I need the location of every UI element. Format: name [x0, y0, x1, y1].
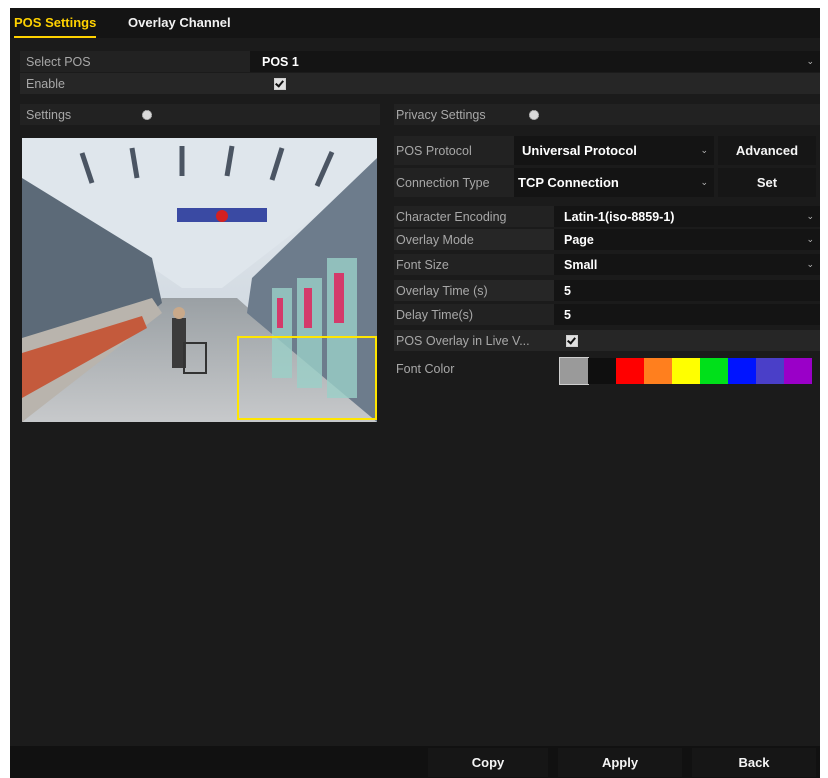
font-color-swatch[interactable] [644, 358, 672, 384]
chevron-down-icon: ⌄ [806, 259, 814, 269]
delay-time-value: 5 [564, 308, 571, 322]
font-color-swatch[interactable] [728, 358, 756, 384]
font-color-swatch[interactable] [784, 358, 812, 384]
enable-row: Enable [20, 73, 820, 94]
tab-pos-settings[interactable]: POS Settings [14, 8, 97, 38]
apply-button[interactable]: Apply [558, 748, 682, 777]
select-pos-value: POS 1 [262, 55, 299, 69]
overlay-mode-dropdown[interactable]: Page ⌄ [554, 229, 820, 250]
overlay-time-input[interactable]: 5 [554, 280, 820, 301]
connection-type-label: Connection Type [396, 176, 490, 190]
settings-row: Settings [20, 104, 380, 125]
set-button[interactable]: Set [718, 168, 816, 197]
font-color-swatch[interactable] [559, 357, 589, 385]
overlay-time-value: 5 [564, 284, 571, 298]
character-encoding-row: Character Encoding Latin-1(iso-8859-1) ⌄ [394, 206, 820, 227]
pos-overlay-region[interactable] [237, 336, 377, 420]
select-pos-label: Select POS [26, 55, 91, 69]
font-color-label: Font Color [396, 362, 455, 376]
connection-type-value: TCP Connection [518, 175, 619, 190]
font-size-value: Small [564, 258, 598, 272]
copy-button[interactable]: Copy [428, 748, 548, 777]
character-encoding-dropdown[interactable]: Latin-1(iso-8859-1) ⌄ [554, 206, 820, 227]
advanced-button[interactable]: Advanced [718, 136, 816, 165]
pos-overlay-live-label: POS Overlay in Live V... [396, 334, 530, 348]
overlay-mode-value: Page [564, 233, 594, 247]
pos-overlay-live-row: POS Overlay in Live V... [394, 330, 820, 351]
character-encoding-label: Character Encoding [396, 210, 507, 224]
overlay-time-row: Overlay Time (s) 5 [394, 280, 820, 301]
font-color-swatch[interactable] [616, 358, 644, 384]
font-size-row: Font Size Small ⌄ [394, 254, 820, 275]
back-button[interactable]: Back [692, 748, 816, 777]
overlay-mode-row: Overlay Mode Page ⌄ [394, 229, 820, 250]
pos-protocol-dropdown[interactable]: Universal Protocol ⌄ [514, 136, 714, 165]
enable-checkbox[interactable] [274, 78, 286, 90]
tab-overlay-channel[interactable]: Overlay Channel [128, 8, 231, 38]
tab-bar: POS Settings Overlay Channel [10, 8, 820, 38]
font-color-swatch[interactable] [700, 358, 728, 384]
delay-time-row: Delay Time(s) 5 [394, 304, 820, 325]
delay-time-label: Delay Time(s) [396, 308, 474, 322]
camera-preview[interactable] [22, 138, 377, 422]
privacy-settings-row: Privacy Settings [394, 104, 820, 125]
font-size-label: Font Size [396, 258, 449, 272]
font-color-swatch[interactable] [672, 358, 700, 384]
pos-overlay-live-checkbox[interactable] [566, 335, 578, 347]
pos-protocol-label: POS Protocol [396, 144, 472, 158]
connection-type-row: Connection Type TCP Connection ⌄ [394, 168, 714, 197]
chevron-down-icon: ⌄ [806, 211, 814, 221]
select-pos-row: Select POS POS 1 ⌄ [20, 51, 820, 72]
pos-protocol-value: Universal Protocol [522, 143, 637, 158]
chevron-down-icon: ⌄ [700, 145, 708, 155]
chevron-down-icon: ⌄ [806, 234, 814, 244]
overlay-mode-label: Overlay Mode [396, 233, 474, 247]
character-encoding-value: Latin-1(iso-8859-1) [564, 210, 675, 224]
pos-settings-window: POS Settings Overlay Channel Select POS … [10, 8, 820, 778]
select-pos-dropdown[interactable]: POS 1 ⌄ [250, 51, 820, 72]
font-size-dropdown[interactable]: Small ⌄ [554, 254, 820, 275]
connection-type-dropdown[interactable]: TCP Connection ⌄ [514, 168, 714, 197]
settings-label: Settings [26, 108, 72, 122]
font-color-swatch[interactable] [588, 358, 616, 384]
pos-protocol-row: POS Protocol Universal Protocol ⌄ [394, 136, 714, 165]
privacy-settings-label: Privacy Settings [396, 108, 486, 122]
overlay-time-label: Overlay Time (s) [396, 284, 488, 298]
font-color-swatch[interactable] [756, 358, 784, 384]
enable-label: Enable [26, 77, 65, 91]
gear-icon[interactable] [529, 110, 539, 120]
gear-icon[interactable] [142, 110, 152, 120]
chevron-down-icon: ⌄ [700, 177, 708, 187]
delay-time-input[interactable]: 5 [554, 304, 820, 325]
chevron-down-icon: ⌄ [806, 56, 814, 66]
